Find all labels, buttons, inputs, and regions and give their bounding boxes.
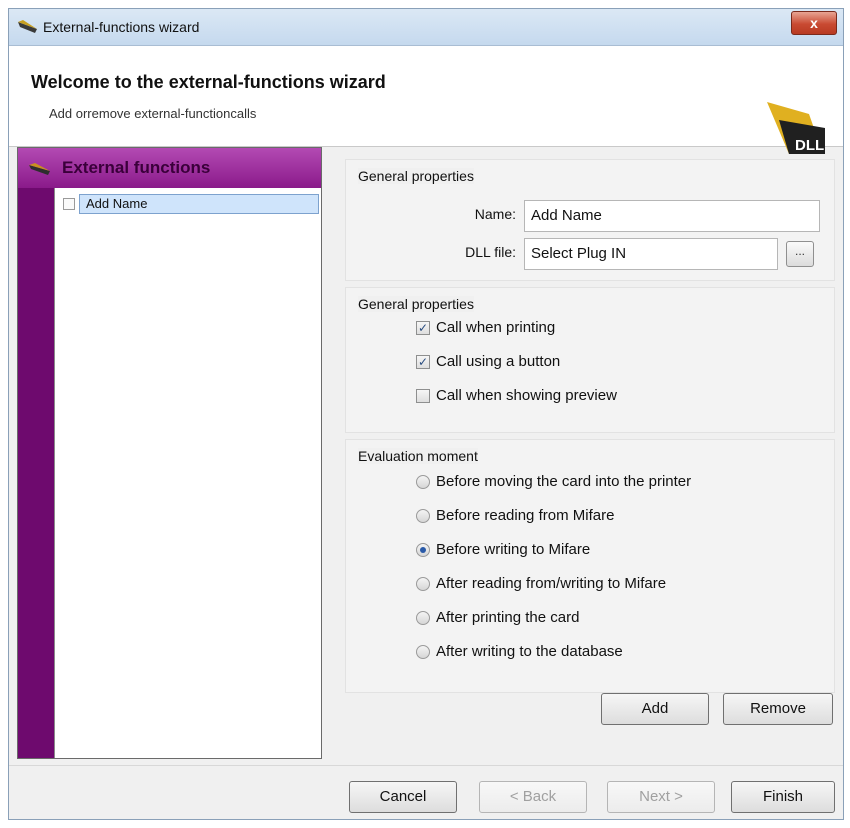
radio-button[interactable]	[416, 611, 430, 625]
wizard-header: Welcome to the external-functions wizard…	[9, 46, 843, 154]
check-label: Call using a button	[436, 353, 561, 370]
function-tree[interactable]: Add Name	[54, 188, 321, 758]
group-label-evaluation: Evaluation moment	[358, 448, 478, 464]
page-subtitle: Add orremove external-functioncalls	[49, 106, 257, 121]
sidebar-header: External functions	[18, 148, 321, 188]
title-bar: External-functions wizard x	[9, 9, 843, 46]
radio-button[interactable]	[416, 645, 430, 659]
logo-text: DLL	[795, 137, 824, 154]
footer-divider	[9, 765, 843, 766]
dll-logo: DLL	[767, 102, 825, 154]
radio-label: Before writing to Mifare	[436, 541, 591, 558]
radio-label: Before reading from Mifare	[436, 507, 615, 524]
sidebar: External functions Add Name	[17, 147, 322, 759]
radio-label: After writing to the database	[436, 643, 623, 660]
dll-file-label: DLL file:	[465, 244, 516, 260]
radio-button[interactable]	[416, 509, 430, 523]
back-button[interactable]: < Back	[479, 781, 587, 813]
finish-button[interactable]: Finish	[731, 781, 835, 813]
window-title: External-functions wizard	[43, 19, 200, 35]
checkbox-call-when-preview[interactable]	[416, 389, 430, 403]
radio-label: After reading from/writing to Mifare	[436, 575, 667, 592]
page-title: Welcome to the external-functions wizard	[31, 72, 386, 92]
app-icon	[18, 20, 37, 33]
name-field[interactable]: Add Name	[524, 200, 820, 232]
general-properties-group: General properties Name: Add Name DLL fi…	[345, 159, 835, 281]
cancel-button[interactable]: Cancel	[349, 781, 457, 813]
radio-label: After printing the card	[436, 609, 580, 626]
next-button[interactable]: Next >	[607, 781, 715, 813]
checkbox-call-when-printing[interactable]: ✓	[416, 321, 430, 335]
radio-button[interactable]	[416, 475, 430, 489]
name-label: Name:	[474, 206, 516, 222]
close-button[interactable]: x	[791, 11, 837, 35]
radio-button[interactable]	[416, 577, 430, 591]
evaluation-moment-group: Evaluation moment Before moving the card…	[345, 439, 835, 693]
radio-label: Before moving the card into the printer	[436, 473, 692, 490]
pen-icon	[29, 163, 50, 175]
checkbox-call-using-button[interactable]: ✓	[416, 355, 430, 369]
check-label: Call when printing	[436, 319, 556, 336]
group-label-general: General properties	[358, 168, 474, 184]
tree-item-add-name[interactable]: Add Name	[79, 194, 319, 214]
check-label: Call when showing preview	[436, 387, 617, 404]
dll-file-field[interactable]: Select Plug IN	[524, 238, 778, 270]
remove-button[interactable]: Remove	[723, 693, 833, 725]
call-options-group: General properties ✓ Call when printing …	[345, 287, 835, 433]
add-button[interactable]: Add	[601, 693, 709, 725]
group-label-call-options: General properties	[358, 296, 474, 312]
radio-button-selected[interactable]	[416, 543, 430, 557]
wizard-window: External-functions wizard x Welcome to t…	[8, 8, 844, 820]
sidebar-title: External functions	[62, 158, 211, 177]
browse-button[interactable]: ...	[786, 241, 814, 267]
tree-expander-icon[interactable]	[63, 198, 75, 210]
